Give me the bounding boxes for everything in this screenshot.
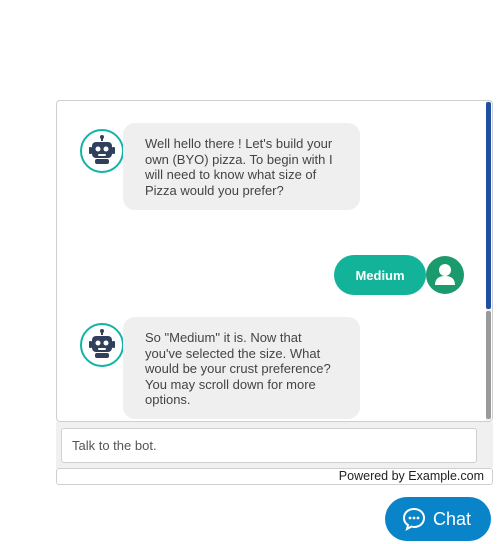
bot-message-bubble: Well hello there ! Let's build your own … <box>123 123 360 210</box>
input-area <box>56 422 493 468</box>
chat-bubble-icon <box>402 507 426 531</box>
scrollbar-thumb[interactable] <box>486 102 491 309</box>
chat-launcher-button[interactable]: Chat <box>385 497 491 541</box>
user-avatar <box>426 256 464 294</box>
chat-window: Well hello there ! Let's build your own … <box>56 100 493 422</box>
powered-by-footer: Powered by Example.com <box>56 468 493 485</box>
bot-avatar <box>80 129 124 173</box>
robot-icon <box>89 329 115 358</box>
scrollbar-lower[interactable] <box>486 311 491 419</box>
chat-launcher-label: Chat <box>433 508 472 529</box>
user-icon <box>435 264 455 285</box>
bot-message-bubble: So "Medium" it is. Now that you've selec… <box>123 317 360 419</box>
message-input[interactable] <box>61 428 477 463</box>
robot-icon <box>89 135 115 164</box>
bot-avatar <box>80 323 124 367</box>
powered-by-text: Powered by Example.com <box>338 469 484 483</box>
user-message-bubble: Medium <box>334 255 426 295</box>
